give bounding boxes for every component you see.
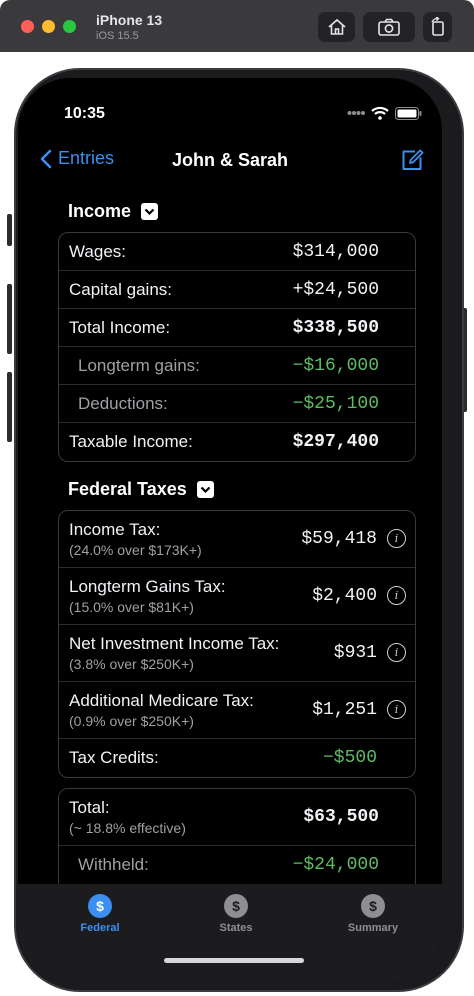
row-value: $314,000 xyxy=(292,241,379,262)
income-card: Wages: $314,000 Capital gains: +$24,500 … xyxy=(58,232,416,462)
row-value: −$500 xyxy=(322,748,377,768)
row-label: Wages: xyxy=(69,241,127,261)
row-label: Deductions: xyxy=(78,393,168,413)
income-section-title: Income xyxy=(68,201,132,221)
tab-label: Summary xyxy=(347,922,399,934)
dollar-icon: $ xyxy=(88,894,112,918)
status-time: 10:35 xyxy=(64,105,105,122)
row-value: −$25,100 xyxy=(292,393,379,414)
row-rate: (15.0% over $81K+) xyxy=(69,599,194,615)
row-label: Income Tax: xyxy=(69,520,161,539)
withheld-value: −$24,000 xyxy=(292,855,379,875)
federal-row-tax-credits: Tax Credits: −$500 xyxy=(59,739,415,777)
row-value: −$16,000 xyxy=(292,355,379,376)
row-value: $1,251 xyxy=(312,700,377,720)
income-row-deductions: Deductions: −$25,100 xyxy=(59,385,415,423)
dollar-icon: $ xyxy=(361,894,385,918)
federal-row-income-tax: Income Tax: (24.0% over $173K+) $59,418 … xyxy=(59,511,415,568)
total-label: Total: xyxy=(69,798,110,817)
total-effective-rate: (~ 18.8% effective) xyxy=(69,820,186,836)
federal-row-longterm-gains-tax: Longterm Gains Tax: (15.0% over $81K+) $… xyxy=(59,568,415,625)
edit-button[interactable] xyxy=(400,148,424,177)
tab-federal[interactable]: $ Federal xyxy=(50,894,150,934)
rotate-icon xyxy=(430,17,444,36)
home-indicator[interactable] xyxy=(164,958,304,963)
withheld-row: Withheld: −$24,000 xyxy=(59,846,415,884)
row-label: Longterm gains: xyxy=(78,355,200,375)
camera-icon xyxy=(378,18,400,36)
tab-summary[interactable]: $ Summary xyxy=(323,894,423,934)
row-label: Tax Credits: xyxy=(69,748,159,767)
total-row: Total: (~ 18.8% effective) $63,500 xyxy=(59,789,415,846)
screenshot-button[interactable] xyxy=(363,12,415,42)
tab-states[interactable]: $ States xyxy=(186,894,286,934)
federal-row-niit: Net Investment Income Tax: (3.8% over $2… xyxy=(59,625,415,682)
row-value: $2,400 xyxy=(312,586,377,606)
row-label: Longterm Gains Tax: xyxy=(69,577,226,596)
income-row-total: Total Income: $338,500 xyxy=(59,309,415,347)
wifi-icon xyxy=(371,106,389,120)
row-value: $297,400 xyxy=(292,432,379,452)
row-label: Capital gains: xyxy=(69,279,173,299)
row-label: Net Investment Income Tax: xyxy=(69,634,280,653)
federal-section-title: Federal Taxes xyxy=(68,479,187,499)
info-icon[interactable]: i xyxy=(387,700,406,719)
simulator-toolbar: iPhone 13 iOS 15.5 xyxy=(0,0,474,52)
tab-bar: $ Federal $ States $ Summary xyxy=(18,884,442,982)
federal-row-medicare-tax: Additional Medicare Tax: (0.9% over $250… xyxy=(59,682,415,739)
volume-down-button xyxy=(7,372,12,442)
income-row-longterm-gains: Longterm gains: −$16,000 xyxy=(59,347,415,385)
income-row-capital-gains: Capital gains: +$24,500 xyxy=(59,271,415,309)
close-window-button[interactable] xyxy=(21,20,34,33)
home-button[interactable] xyxy=(318,12,355,42)
info-icon[interactable]: i xyxy=(387,529,406,548)
simulator-device-name: iPhone 13 xyxy=(96,12,163,28)
row-rate: (3.8% over $250K+) xyxy=(69,656,194,672)
home-icon xyxy=(327,18,346,35)
withheld-label: Withheld: xyxy=(78,855,149,874)
simulator-os-version: iOS 15.5 xyxy=(96,30,139,42)
row-value: $59,418 xyxy=(301,529,377,549)
mute-switch xyxy=(7,214,12,246)
chevron-down-icon xyxy=(141,203,159,220)
volume-up-button xyxy=(7,284,12,354)
rotate-button[interactable] xyxy=(423,12,452,42)
row-rate: (24.0% over $173K+) xyxy=(69,542,202,558)
federal-card: Income Tax: (24.0% over $173K+) $59,418 … xyxy=(58,510,416,778)
chevron-down-icon xyxy=(196,481,214,498)
cellular-dots-icon xyxy=(347,111,365,115)
minimize-window-button[interactable] xyxy=(42,20,55,33)
phone-screen: 10:35 Entries John & Sarah Income Wages:… xyxy=(18,78,442,982)
row-value: $338,500 xyxy=(292,317,379,338)
page-title: John & Sarah xyxy=(171,150,289,170)
zoom-window-button[interactable] xyxy=(63,20,76,33)
info-icon[interactable]: i xyxy=(387,643,406,662)
row-value: $931 xyxy=(333,643,377,663)
row-label: Total Income: xyxy=(69,317,171,337)
federal-section-toggle[interactable]: Federal Taxes xyxy=(68,479,214,500)
row-value: +$24,500 xyxy=(292,279,379,300)
row-label: Taxable Income: xyxy=(69,432,193,451)
tab-label: States xyxy=(219,922,253,934)
compose-icon xyxy=(402,149,424,170)
income-row-taxable: Taxable Income: $297,400 xyxy=(59,423,415,461)
dollar-icon: $ xyxy=(224,894,248,918)
battery-icon xyxy=(395,106,422,120)
row-rate: (0.9% over $250K+) xyxy=(69,713,194,729)
status-icons xyxy=(347,106,422,120)
tab-label: Federal xyxy=(80,922,120,934)
info-icon[interactable]: i xyxy=(387,586,406,605)
total-value: $63,500 xyxy=(303,807,379,827)
row-label: Additional Medicare Tax: xyxy=(69,691,254,710)
income-section-toggle[interactable]: Income xyxy=(68,201,159,222)
income-row-wages: Wages: $314,000 xyxy=(59,233,415,271)
